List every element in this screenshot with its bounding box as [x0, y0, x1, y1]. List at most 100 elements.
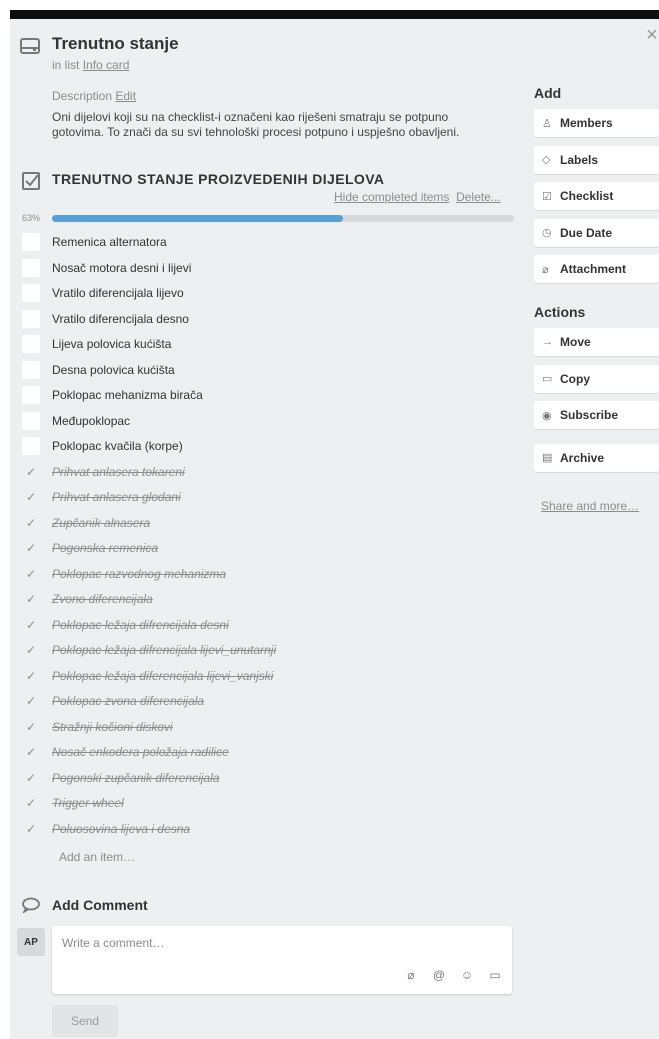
checkbox-checked[interactable]: ✓	[22, 590, 40, 608]
card-title[interactable]: Trenutno stanje	[52, 34, 179, 54]
list-location: in list Info card	[52, 58, 129, 72]
checkbox[interactable]	[22, 360, 40, 379]
copy-button[interactable]: ▭ Copy	[534, 364, 659, 393]
checklist-item-text[interactable]: Nosač enkodera položaja radilice	[52, 745, 229, 759]
checklist-item-text[interactable]: Poklopac ležaja diferencijala lijevi_van…	[52, 669, 273, 683]
check-icon: ✓	[25, 541, 37, 555]
checklist-item-text[interactable]: Poklopac zvona diferencijala	[52, 694, 204, 708]
checkbox-checked[interactable]: ✓	[22, 641, 40, 659]
checkbox-checked[interactable]: ✓	[22, 514, 40, 532]
checklist-title[interactable]: TRENUTNO STANJE PROIZVEDENIH DIJELOVA	[52, 171, 384, 187]
checklist-item[interactable]: Poklopac mehanizma birača	[22, 383, 514, 407]
checkbox-checked[interactable]: ✓	[22, 692, 40, 710]
checklist-item-text[interactable]: Lijeva polovica kućišta	[52, 337, 171, 351]
checkbox-checked[interactable]: ✓	[22, 488, 40, 506]
checkbox[interactable]	[22, 284, 40, 302]
checklist-item[interactable]: ✓ Trigger wheel	[22, 791, 514, 815]
checklist-item-text[interactable]: Zvono diferencijala	[52, 592, 153, 606]
checklist-item-text[interactable]: Poklopac ležaja difrencijala desni	[52, 618, 229, 632]
attachment-button[interactable]: ⌀ Attachment	[534, 255, 659, 283]
checkbox-checked[interactable]: ✓	[22, 794, 40, 812]
share-and-more-link[interactable]: Share and more…	[541, 499, 639, 513]
checklist-item[interactable]: Lijeva polovica kućišta	[22, 332, 514, 356]
hide-completed-link[interactable]: Hide completed items	[334, 190, 449, 204]
checklist-item-text[interactable]: Vratilo diferencijala desno	[52, 312, 189, 326]
checkbox-checked[interactable]: ✓	[22, 539, 40, 557]
checklist-item-text[interactable]: Desna polovica kućišta	[52, 363, 175, 377]
checkbox[interactable]	[22, 411, 40, 430]
checklist-item[interactable]: Vratilo diferencijala lijevo	[22, 281, 514, 305]
attachment-icon[interactable]: ⌀	[404, 968, 418, 982]
checkbox[interactable]	[22, 258, 40, 277]
avatar[interactable]: AP	[17, 928, 45, 956]
subscribe-button[interactable]: ◉ Subscribe	[534, 401, 659, 429]
checklist-item-text[interactable]: Prihvat anlasera glodani	[52, 490, 181, 504]
list-link[interactable]: Info card	[83, 58, 130, 72]
checkbox[interactable]	[22, 386, 40, 404]
checklist-item[interactable]: ✓ Zvono diferencijala	[22, 587, 514, 611]
mention-icon[interactable]: @	[432, 968, 446, 982]
check-icon: ✓	[25, 821, 37, 836]
checklist-item-text[interactable]: Poklopac razvodnog mehanizma	[52, 567, 226, 581]
checklist-item-text[interactable]: Poklopac mehanizma birača	[52, 388, 203, 402]
checkbox-checked[interactable]: ✓	[22, 820, 40, 838]
description-edit-link[interactable]: Edit	[115, 89, 136, 103]
add-item-link[interactable]: Add an item…	[59, 850, 135, 864]
checklist-item-text[interactable]: Vratilo diferencijala lijevo	[52, 286, 184, 300]
checklist-item-text[interactable]: Prihvat anlasera tokareni	[52, 465, 185, 479]
checkbox[interactable]	[22, 233, 40, 251]
checkbox-checked[interactable]: ✓	[22, 463, 40, 481]
checkbox[interactable]	[22, 335, 40, 353]
checkbox-checked[interactable]: ✓	[22, 616, 40, 634]
checkbox-checked[interactable]: ✓	[22, 769, 40, 787]
checklist-item[interactable]: ✓ Prihvat anlasera glodani	[22, 485, 514, 509]
checklist-item-text[interactable]: Stražnji kočioni diskovi	[52, 720, 173, 734]
checklist-item[interactable]: Međupoklopac	[22, 409, 514, 433]
send-button[interactable]: Send	[52, 1005, 118, 1037]
delete-checklist-link[interactable]: Delete...	[456, 190, 501, 204]
members-button[interactable]: ♙ Members	[534, 109, 659, 137]
labels-button[interactable]: ◇ Labels	[534, 145, 659, 174]
checklist-item[interactable]: ✓ Poklopac ležaja difrencijala desni	[22, 613, 514, 637]
checklist-item[interactable]: ✓ Stražnji kočioni diskovi	[22, 715, 514, 739]
checklist-button[interactable]: ☑ Checklist	[534, 182, 659, 210]
checklist-item[interactable]: ✓ Nosač enkodera položaja radilice	[22, 740, 514, 764]
archive-button[interactable]: ▤ Archive	[534, 443, 659, 472]
checklist-item-text[interactable]: Remenica alternatora	[52, 235, 167, 249]
checkbox-checked[interactable]: ✓	[22, 718, 40, 736]
checklist-item[interactable]: ✓ Pogonski zupčanik diferencijala	[22, 766, 514, 790]
checklist-item-text[interactable]: Poklopac kvačila (korpe)	[52, 439, 183, 453]
checklist-item[interactable]: ✓ Poklopac zvona diferencijala	[22, 689, 514, 713]
checklist-item[interactable]: ✓ Poluosovina lijeva i desna	[22, 817, 514, 841]
checklist-item[interactable]: Remenica alternatora	[22, 230, 514, 254]
checklist-item[interactable]: ✓ Poklopac ležaja diferencijala lijevi_va…	[22, 664, 514, 688]
checklist-item[interactable]: Vratilo diferencijala desno	[22, 307, 514, 331]
close-icon[interactable]: ×	[646, 25, 658, 45]
checklist-item-text[interactable]: Poklopac ležaja difrencijala lijevi_unut…	[52, 643, 276, 657]
checklist-item-text[interactable]: Zupčanik alnasera	[52, 516, 150, 530]
checklist-item-text[interactable]: Nosač motora desni i lijevi	[52, 261, 191, 275]
emoji-icon[interactable]: ☺	[460, 968, 474, 982]
due-date-button[interactable]: ◷ Due Date	[534, 218, 659, 247]
checklist-item[interactable]: ✓ Pogonska remenica	[22, 536, 514, 560]
checklist-item[interactable]: ✓ Poklopac ležaja difrencijala lijevi_unu…	[22, 638, 514, 662]
card-icon[interactable]: ▭	[488, 968, 502, 982]
checklist-item[interactable]: Desna polovica kućišta	[22, 358, 514, 382]
move-button[interactable]: → Move	[534, 328, 659, 356]
checkbox[interactable]	[22, 309, 40, 328]
checklist-item-text[interactable]: Poluosovina lijeva i desna	[52, 822, 190, 836]
checklist-item-text[interactable]: Pogonska remenica	[52, 541, 158, 555]
checklist-item[interactable]: ✓ Zupčanik alnasera	[22, 511, 514, 535]
comment-input[interactable]: Write a comment… ⌀ @ ☺ ▭	[52, 926, 512, 994]
checkbox-checked[interactable]: ✓	[22, 743, 40, 761]
checkbox[interactable]	[22, 437, 40, 455]
checklist-item[interactable]: Poklopac kvačila (korpe)	[22, 434, 514, 458]
checklist-item[interactable]: ✓ Prihvat anlasera tokareni	[22, 460, 514, 484]
checklist-item-text[interactable]: Pogonski zupčanik diferencijala	[52, 771, 219, 785]
checklist-item[interactable]: Nosač motora desni i lijevi	[22, 256, 514, 280]
checkbox-checked[interactable]: ✓	[22, 667, 40, 685]
checklist-item[interactable]: ✓ Poklopac razvodnog mehanizma	[22, 562, 514, 586]
checkbox-checked[interactable]: ✓	[22, 565, 40, 583]
checklist-item-text[interactable]: Trigger wheel	[52, 796, 124, 810]
checklist-item-text[interactable]: Međupoklopac	[52, 414, 130, 428]
